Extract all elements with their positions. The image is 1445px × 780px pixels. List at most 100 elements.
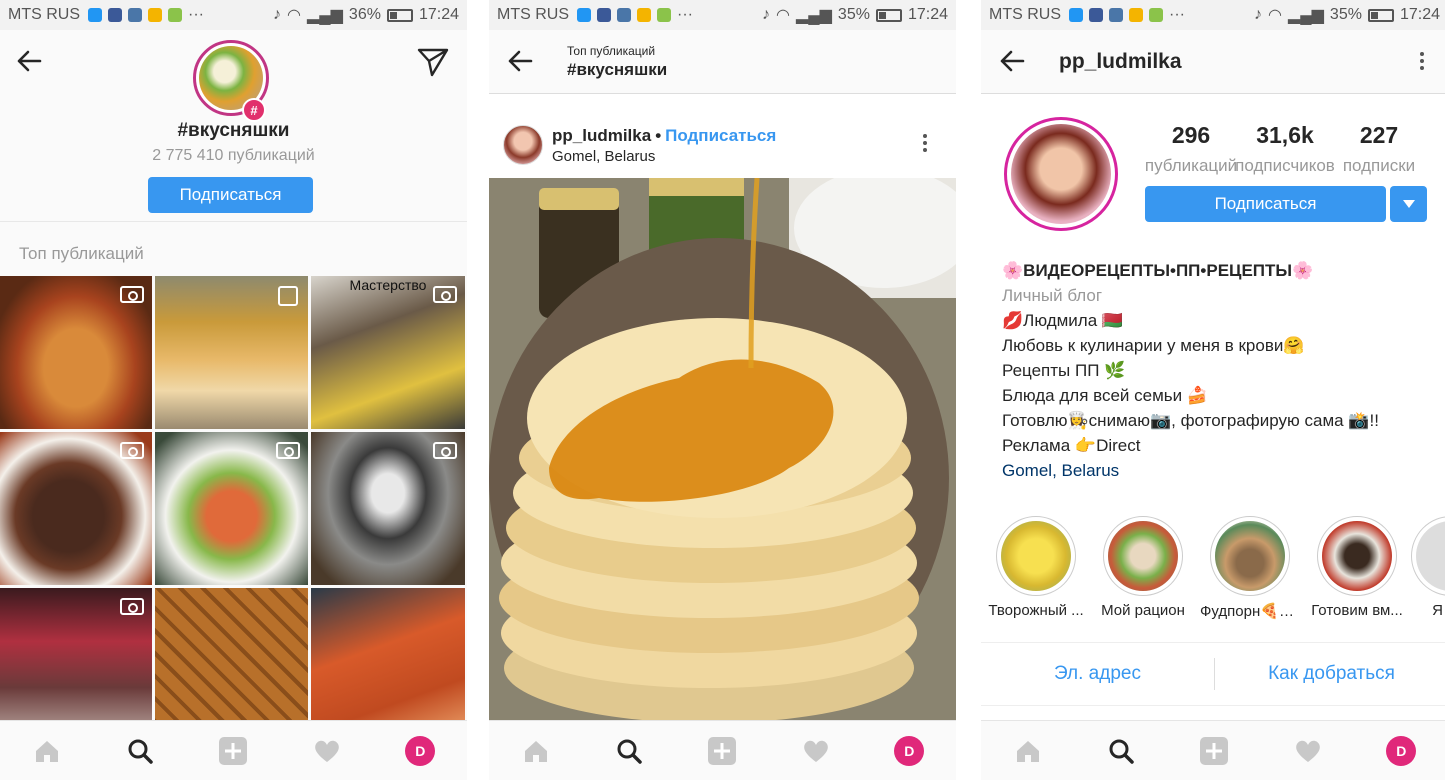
grid-tile[interactable]	[155, 432, 308, 585]
post-location[interactable]: Gomel, Belarus	[552, 148, 655, 165]
highlight-ring	[1317, 516, 1397, 596]
search-icon[interactable]	[125, 736, 155, 766]
battery-icon	[1367, 8, 1394, 22]
grid-tile[interactable]: Мастерство	[311, 276, 465, 429]
post-grid: Мастерство	[0, 276, 467, 741]
grid-tile[interactable]	[0, 588, 152, 741]
add-icon[interactable]	[707, 736, 737, 766]
author-avatar[interactable]	[503, 125, 543, 165]
suggestions-dropdown-button[interactable]	[1390, 186, 1427, 222]
grid-tile[interactable]	[0, 432, 152, 585]
video-icon	[433, 286, 457, 303]
highlight-item[interactable]: Фудпорн🍕🍔🍟	[1200, 516, 1300, 620]
post-image[interactable]	[489, 178, 956, 720]
send-icon[interactable]	[417, 47, 449, 77]
facebook-icon	[108, 8, 122, 22]
grid-tile[interactable]	[311, 588, 465, 741]
highlight-title: Мой рацион	[1101, 602, 1185, 619]
battery-icon	[875, 8, 902, 22]
follow-profile-button[interactable]: Подписаться	[1145, 186, 1386, 222]
bio-location[interactable]: Gomel, Belarus	[1002, 458, 1442, 483]
multiple-photos-icon	[278, 286, 298, 306]
header-title: #вкусняшки	[567, 60, 668, 79]
post-author-row: pp_ludmilka • Подписаться Gomel, Belarus	[489, 118, 956, 174]
puzzle-icon	[168, 8, 182, 22]
mute-icon: ♪	[273, 6, 281, 23]
video-icon	[433, 442, 457, 459]
vk-icon	[617, 8, 631, 22]
grid-tile[interactable]	[0, 276, 152, 429]
vk-icon	[1109, 8, 1123, 22]
battery-icon	[386, 8, 413, 22]
stat-posts[interactable]: 296 публикаций	[1141, 122, 1241, 176]
highlight-title: Я и м	[1432, 602, 1445, 619]
stat-value: 31,6k	[1256, 122, 1314, 148]
stat-followers[interactable]: 31,6k подписчиков	[1235, 122, 1335, 176]
back-arrow-icon[interactable]	[507, 50, 533, 72]
carrier-label: MTS RUS	[989, 6, 1061, 23]
email-button[interactable]: Эл. адрес	[981, 663, 1214, 685]
profile-bio: 🌸ВИДЕОРЕЦЕПТЫ•ПП•РЕЦЕПТЫ🌸 Личный блог 💋Л…	[1002, 258, 1442, 483]
author-username[interactable]: pp_ludmilka	[552, 126, 651, 145]
pancake-photo	[489, 178, 956, 720]
heart-icon[interactable]	[1293, 736, 1323, 766]
notification-icon	[577, 8, 591, 22]
profile-avatar[interactable]: D	[894, 735, 925, 766]
highlight-title: Творожный ...	[988, 602, 1084, 619]
highlight-item[interactable]: Мой рацион	[1093, 516, 1193, 619]
profile-options-icon[interactable]	[1420, 52, 1424, 73]
signal-icon: ▂▄▆	[1287, 7, 1324, 24]
battery-fill	[389, 11, 397, 19]
video-icon	[120, 442, 144, 459]
home-icon[interactable]	[521, 736, 551, 766]
heart-icon[interactable]	[312, 736, 342, 766]
search-icon[interactable]	[614, 736, 644, 766]
back-arrow-icon[interactable]	[16, 50, 42, 72]
status-bar: MTS RUS ··· ♪ ◠ ▂▄▆ 35% 17:24	[489, 0, 956, 30]
highlight-item[interactable]: Творожный ...	[986, 516, 1086, 619]
video-icon	[120, 598, 144, 615]
profile-screen: MTS RUS ··· ♪ ◠ ▂▄▆ 35% 17:24 pp_ludmilk…	[981, 0, 1445, 780]
highlight-title: Фудпорн🍕🍔🍟	[1200, 603, 1300, 620]
clock: 17:24	[418, 6, 459, 23]
heart-icon[interactable]	[801, 736, 831, 766]
more-dots-icon: ···	[677, 6, 693, 23]
wifi-icon: ◠	[287, 7, 301, 24]
highlight-ring	[996, 516, 1076, 596]
bio-line: Реклама 👉Direct	[1002, 436, 1141, 455]
add-icon[interactable]	[1199, 736, 1229, 766]
home-icon[interactable]	[1013, 736, 1043, 766]
follow-author-link[interactable]: Подписаться	[665, 126, 776, 145]
stat-label: подписки	[1342, 156, 1416, 175]
profile-avatar-large[interactable]	[1004, 117, 1118, 231]
home-icon[interactable]	[32, 736, 62, 766]
post-options-icon[interactable]	[923, 134, 927, 155]
profile-avatar[interactable]: D	[1386, 735, 1417, 766]
profile-header-bar: pp_ludmilka	[981, 30, 1445, 94]
stat-value: 296	[1171, 122, 1211, 148]
stat-following[interactable]: 227 подписки	[1329, 122, 1429, 176]
add-icon[interactable]	[218, 736, 248, 766]
bio-line: Готовлю👩‍🍳снимаю📷, фотографирую сама 📸!!	[1002, 411, 1379, 430]
highlight-item[interactable]: Я и м	[1401, 516, 1445, 619]
back-arrow-icon[interactable]	[999, 50, 1025, 72]
search-icon[interactable]	[1106, 736, 1136, 766]
author-line: pp_ludmilka • Подписаться	[552, 126, 776, 146]
battery-percent: 35%	[1329, 6, 1362, 23]
highlight-title: Готовим вм...	[1311, 602, 1403, 619]
battery-percent: 36%	[348, 6, 381, 23]
bio-line: Рецепты ПП 🌿	[1002, 361, 1126, 380]
highlight-item[interactable]: Готовим вм...	[1307, 516, 1407, 619]
post-header-bar: Топ публикаций #вкусняшки	[489, 30, 956, 94]
directions-button[interactable]: Как добраться	[1215, 663, 1445, 685]
app-icon	[148, 8, 162, 22]
grid-tile[interactable]	[155, 588, 308, 741]
grid-tile[interactable]	[155, 276, 308, 429]
app-icon	[1129, 8, 1143, 22]
follow-hashtag-button[interactable]: Подписаться	[148, 177, 313, 213]
profile-username: pp_ludmilka	[1059, 50, 1182, 73]
post-screen: MTS RUS ··· ♪ ◠ ▂▄▆ 35% 17:24 Топ публик…	[489, 0, 956, 780]
grid-tile[interactable]	[311, 432, 465, 585]
profile-avatar[interactable]: D	[405, 735, 436, 766]
bio-line: 💋Людмила 🇧🇾	[1002, 311, 1124, 330]
